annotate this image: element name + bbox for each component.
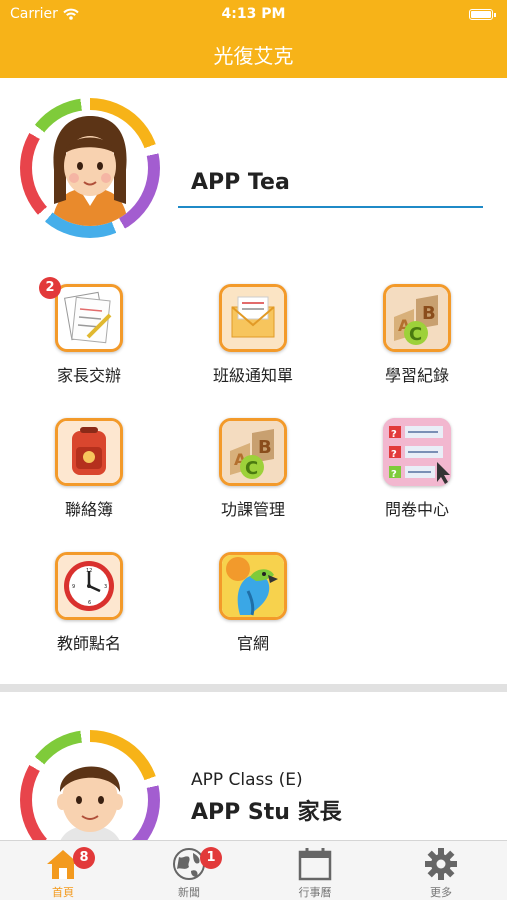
page-title: 光復艾克 — [213, 44, 294, 68]
tab-calendar[interactable]: 行事曆 — [252, 841, 378, 901]
svg-text:C: C — [409, 324, 422, 345]
menu-badge: 2 — [39, 277, 61, 299]
tab-badge: 1 — [200, 847, 222, 869]
section-divider — [0, 684, 507, 692]
menu-item-label: 官網 — [236, 634, 269, 653]
student-name: APP Stu 家長 — [191, 800, 342, 825]
tab-label: 新聞 — [178, 886, 200, 899]
tab-label: 行事曆 — [298, 886, 332, 899]
abc-blocks-icon: A B C — [219, 418, 287, 486]
tab-home[interactable]: 8 首頁 — [0, 841, 126, 901]
svg-text:3: 3 — [104, 584, 107, 590]
gear-icon — [425, 848, 457, 880]
menu-item-parent-tasks[interactable]: 2 家長交辦 — [9, 277, 169, 404]
svg-text:?: ? — [391, 469, 397, 480]
teacher-avatar-icon — [52, 116, 128, 226]
calendar-icon — [298, 848, 332, 881]
menu-item-label: 班級通知單 — [212, 366, 293, 385]
tab-bar: 8 首頁 1 新聞 行事曆 更多 — [0, 840, 507, 900]
clock-icon: 12 3 6 9 — [55, 552, 123, 620]
abc-blocks-icon: A B C — [383, 284, 451, 352]
envelope-icon — [219, 284, 287, 352]
tab-label: 首頁 — [52, 886, 74, 899]
menu-item-official-site[interactable]: 官網 — [173, 552, 333, 672]
teacher-name-underline — [178, 206, 483, 208]
notebook-icon — [55, 284, 123, 352]
tab-label: 更多 — [430, 886, 452, 899]
clock: 4:13 PM — [221, 6, 286, 22]
menu-item-survey-center[interactable]: ? ? ? 問卷中心 — [337, 418, 497, 538]
schoolbag-icon — [55, 418, 123, 486]
top-bar: Carrier 4:13 PM 光復艾克 — [0, 0, 507, 78]
menu-item-homework[interactable]: A B C 功課管理 — [173, 418, 333, 538]
teacher-profile[interactable]: APP Tea — [0, 78, 507, 278]
menu-item-label: 家長交辦 — [56, 366, 121, 385]
student-avatar-icon — [57, 766, 123, 840]
menu-item-learning-record[interactable]: A B C 學習紀錄 — [337, 284, 497, 404]
svg-text:B: B — [258, 437, 272, 458]
main-content[interactable]: APP Tea 2 家長交辦 班級通知單 A B C 學習紀錄 聯絡簿 A B … — [0, 78, 507, 840]
menu-item-roll-call[interactable]: 12 3 6 9 教師點名 — [9, 552, 169, 672]
tab-more[interactable]: 更多 — [378, 841, 504, 901]
menu-item-contact-book[interactable]: 聯絡簿 — [9, 418, 169, 538]
svg-text:C: C — [245, 458, 258, 479]
status-bar: Carrier 4:13 PM — [0, 0, 507, 28]
svg-text:6: 6 — [88, 600, 91, 606]
student-avatar[interactable] — [20, 730, 160, 840]
parrot-icon — [219, 552, 287, 620]
tab-badge: 8 — [73, 847, 95, 869]
teacher-name: APP Tea — [191, 170, 290, 195]
svg-text:B: B — [422, 303, 436, 324]
student-profile[interactable]: APP Class (E) APP Stu 家長 — [0, 692, 507, 840]
menu-item-label: 問卷中心 — [384, 500, 449, 519]
svg-text:?: ? — [391, 429, 397, 440]
menu-item-label: 聯絡簿 — [64, 500, 113, 519]
questionnaire-icon: ? ? ? — [383, 418, 451, 486]
menu-item-label: 功課管理 — [220, 500, 285, 519]
svg-text:12: 12 — [86, 568, 92, 574]
svg-text:9: 9 — [72, 584, 75, 590]
menu-item-label: 教師點名 — [56, 634, 121, 653]
battery-icon — [469, 9, 496, 20]
menu-item-label: 學習紀錄 — [384, 366, 449, 385]
menu-item-class-notice[interactable]: 班級通知單 — [173, 284, 333, 404]
tab-news[interactable]: 1 新聞 — [126, 841, 252, 901]
svg-text:?: ? — [391, 449, 397, 460]
teacher-avatar[interactable] — [20, 98, 160, 238]
student-class: APP Class (E) — [191, 770, 303, 790]
